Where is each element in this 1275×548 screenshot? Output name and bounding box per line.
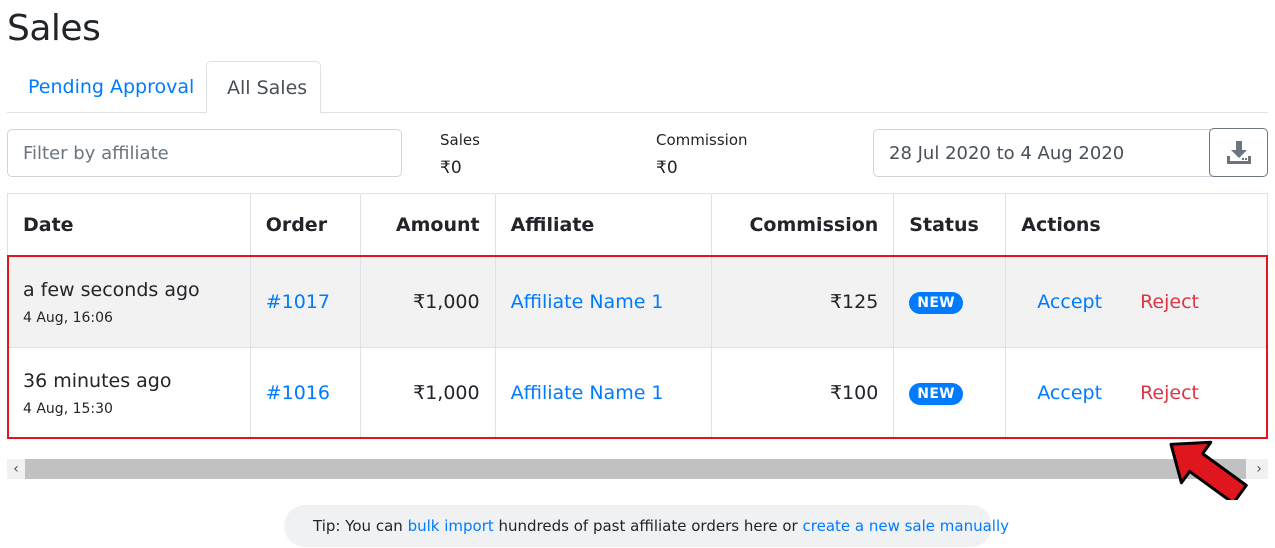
table-row: a few seconds ago 4 Aug, 16:06 #1017 ₹1,… xyxy=(7,256,1268,348)
actions-cell: Accept Reject xyxy=(1005,347,1268,439)
amount-cell: ₹1,000 xyxy=(359,347,496,439)
order-cell: #1016 xyxy=(249,347,361,439)
header-status[interactable]: Status xyxy=(893,193,1007,257)
sales-table: Date Order Amount Affiliate Commission S… xyxy=(7,193,1268,439)
reject-button[interactable]: Reject xyxy=(1140,382,1199,404)
bulk-import-link[interactable]: bulk import xyxy=(408,517,494,535)
commission-cell: ₹100 xyxy=(711,347,895,439)
page-title: Sales xyxy=(7,8,101,49)
relative-time: 36 minutes ago xyxy=(23,369,172,392)
amount-cell: ₹1,000 xyxy=(359,256,496,348)
status-badge: NEW xyxy=(909,292,963,314)
affiliate-filter-input[interactable] xyxy=(7,129,402,177)
affiliate-cell: Affiliate Name 1 xyxy=(494,347,713,439)
header-actions: Actions xyxy=(1005,193,1268,257)
tip-prefix: Tip: You can xyxy=(313,517,408,535)
order-cell: #1017 xyxy=(249,256,361,348)
accept-button[interactable]: Accept xyxy=(1037,291,1102,313)
table-row: 36 minutes ago 4 Aug, 15:30 #1016 ₹1,000… xyxy=(7,347,1268,439)
order-link[interactable]: #1017 xyxy=(266,291,330,313)
affiliate-link[interactable]: Affiliate Name 1 xyxy=(511,291,664,313)
scroll-left-arrow-icon[interactable]: ‹ xyxy=(7,459,25,479)
order-link[interactable]: #1016 xyxy=(266,382,330,404)
tab-pending-approval[interactable]: Pending Approval xyxy=(7,61,207,113)
date-range-picker[interactable]: 28 Jul 2020 to 4 Aug 2020 xyxy=(873,129,1213,177)
scrollbar-thumb[interactable] xyxy=(25,459,1246,479)
timestamp: 4 Aug, 15:30 xyxy=(23,400,113,417)
date-cell: 36 minutes ago 4 Aug, 15:30 xyxy=(7,347,251,439)
accept-button[interactable]: Accept xyxy=(1037,382,1102,404)
status-cell: NEW xyxy=(893,347,1007,439)
horizontal-scrollbar[interactable]: ‹ › xyxy=(7,459,1268,479)
scroll-right-arrow-icon[interactable]: › xyxy=(1250,459,1268,479)
status-cell: NEW xyxy=(893,256,1007,348)
relative-time: a few seconds ago xyxy=(23,278,200,301)
header-affiliate[interactable]: Affiliate xyxy=(494,193,713,257)
date-cell: a few seconds ago 4 Aug, 16:06 xyxy=(7,256,251,348)
download-icon xyxy=(1226,140,1251,164)
actions-cell: Accept Reject xyxy=(1005,256,1268,348)
tab-all-sales[interactable]: All Sales xyxy=(206,61,321,114)
table-header-row: Date Order Amount Affiliate Commission S… xyxy=(7,193,1268,257)
tip-middle: hundreds of past affiliate orders here o… xyxy=(493,517,803,535)
sales-stat-value: ₹0 xyxy=(440,158,462,178)
tip-banner: Tip: You can bulk import hundreds of pas… xyxy=(284,505,1009,547)
affiliate-cell: Affiliate Name 1 xyxy=(494,256,713,348)
download-button[interactable] xyxy=(1209,128,1268,177)
sales-stat-label: Sales xyxy=(440,131,480,149)
header-commission[interactable]: Commission xyxy=(711,193,895,257)
reject-button[interactable]: Reject xyxy=(1140,291,1199,313)
commission-cell: ₹125 xyxy=(711,256,895,348)
affiliate-link[interactable]: Affiliate Name 1 xyxy=(511,382,664,404)
header-amount[interactable]: Amount xyxy=(359,193,496,257)
status-badge: NEW xyxy=(909,383,963,405)
commission-stat: Commission ₹0 xyxy=(656,131,748,178)
tab-bar: Pending Approval All Sales xyxy=(7,61,1268,114)
timestamp: 4 Aug, 16:06 xyxy=(23,309,113,326)
commission-stat-label: Commission xyxy=(656,131,748,149)
header-date[interactable]: Date xyxy=(7,193,251,257)
commission-stat-value: ₹0 xyxy=(656,158,678,178)
header-order[interactable]: Order xyxy=(249,193,361,257)
create-sale-link[interactable]: create a new sale manually xyxy=(803,517,1010,535)
sales-stat: Sales ₹0 xyxy=(440,131,480,178)
